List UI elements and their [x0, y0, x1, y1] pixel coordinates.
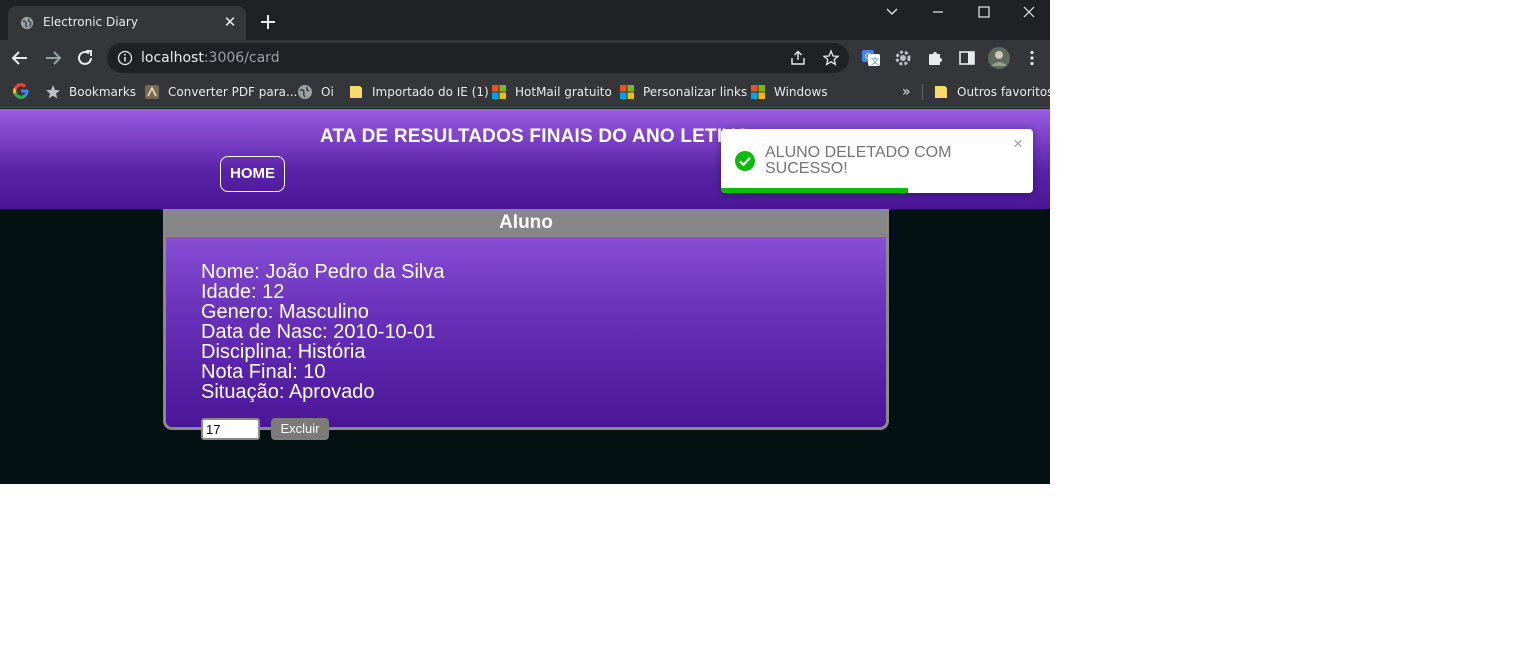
page-title: ATA DE RESULTADOS FINAIS DO ANO LETIVO	[320, 126, 751, 147]
bookmark-label: Importado do IE (1)	[372, 85, 489, 99]
pdf-converter-icon	[145, 85, 159, 99]
toast-notification: ALUNO DELETADO COM SUCESSO! ×	[721, 129, 1033, 193]
extensions-puzzle-icon[interactable]	[925, 48, 945, 68]
globe-icon	[298, 85, 312, 99]
new-tab-icon[interactable]	[256, 10, 280, 34]
home-button[interactable]: HOME	[220, 156, 285, 192]
share-icon[interactable]	[789, 49, 807, 67]
side-panel-icon[interactable]	[957, 48, 977, 68]
field-nota-final: Nota Final: 10	[201, 361, 326, 383]
bookmark-label: Bookmarks	[69, 85, 137, 99]
delete-button[interactable]: Excluir	[271, 418, 329, 440]
maximize-icon[interactable]	[961, 0, 1007, 28]
student-fields: Nome: João Pedro da Silva Idade: 12 Gene…	[201, 262, 444, 402]
folder-icon	[935, 86, 947, 98]
bookmark-windows[interactable]: Windows	[750, 83, 828, 101]
toast-close-icon[interactable]: ×	[1011, 135, 1025, 153]
site-info-icon[interactable]	[117, 50, 133, 66]
field-situacao: Situação: Aprovado	[201, 381, 375, 403]
url-path: :3006/card	[203, 50, 280, 66]
google-translate-icon[interactable]: G 文	[861, 48, 881, 68]
toast-message: ALUNO DELETADO COM SUCESSO!	[765, 144, 952, 177]
windows-logo-icon	[492, 85, 506, 99]
field-disciplina: Disciplina: História	[201, 341, 366, 363]
url-host: localhost	[141, 50, 204, 66]
field-idade: Idade: 12	[201, 281, 285, 303]
bookmark-converter-pdf[interactable]: Converter PDF para...	[144, 83, 297, 101]
close-window-icon[interactable]	[1006, 0, 1050, 28]
field-nome: Nome: João Pedro da Silva	[201, 261, 445, 283]
card-heading: Aluno	[166, 209, 886, 237]
star-icon	[46, 85, 60, 99]
bookmarks-bar: Bookmarks Converter PDF para... Oi Impor…	[0, 76, 1050, 108]
tab-strip: Electronic Diary ✕	[0, 0, 1050, 40]
back-icon[interactable]	[8, 46, 32, 70]
minimize-icon[interactable]	[915, 0, 961, 28]
tab-electronic-diary[interactable]: Electronic Diary ✕	[8, 6, 246, 40]
windows-logo-icon	[620, 85, 634, 99]
reload-icon[interactable]	[73, 46, 97, 70]
bookmark-star-icon[interactable]	[822, 49, 840, 67]
toast-progress-bar	[721, 188, 908, 193]
google-icon[interactable]	[12, 82, 30, 100]
success-check-icon	[735, 151, 755, 171]
bookmark-outros-favoritos[interactable]: Outros favoritos	[933, 83, 1050, 101]
bookmark-label: Windows	[774, 85, 828, 99]
field-genero: Genero: Masculino	[201, 301, 369, 323]
bookmark-label: HotMail gratuito	[515, 85, 612, 99]
tab-title: Electronic Diary	[43, 15, 138, 29]
folder-icon	[350, 86, 362, 98]
bookmark-personalizar-links[interactable]: Personalizar links	[619, 83, 747, 101]
url-text: localhost:3006/card	[141, 50, 280, 66]
bookmark-label: Personalizar links	[643, 85, 748, 99]
bookmark-label: Outros favoritos	[957, 85, 1050, 99]
browser-menu-icon[interactable]	[1022, 48, 1042, 68]
bookmark-oi[interactable]: Oi	[297, 83, 334, 101]
forward-icon[interactable]	[41, 46, 65, 70]
browser-toolbar: localhost:3006/card G 文	[0, 40, 1050, 76]
globe-icon	[20, 16, 34, 30]
bookmark-hotmail[interactable]: HotMail gratuito	[491, 83, 612, 101]
more-bookmarks-button[interactable]: »	[902, 83, 911, 101]
settings-extension-icon[interactable]	[893, 48, 913, 68]
bookmark-bookmarks[interactable]: Bookmarks	[45, 83, 136, 101]
tab-search-icon[interactable]	[869, 0, 915, 28]
profile-avatar[interactable]	[988, 47, 1010, 69]
student-id-input[interactable]	[201, 418, 260, 440]
bookmark-label: Converter PDF para...	[168, 85, 298, 99]
browser-window: Electronic Diary ✕ localhost:3006/card G…	[0, 0, 1050, 484]
field-data-nasc: Data de Nasc: 2010-10-01	[201, 321, 436, 343]
bookmark-label: Oi	[321, 85, 334, 99]
bookmark-importado-ie[interactable]: Importado do IE (1)	[348, 83, 489, 101]
windows-logo-icon	[751, 85, 765, 99]
student-card: Aluno Nome: João Pedro da Silva Idade: 1…	[163, 209, 889, 430]
address-bar[interactable]: localhost:3006/card	[107, 43, 849, 73]
svg-text:文: 文	[871, 56, 879, 66]
tab-close-icon[interactable]: ✕	[220, 13, 240, 33]
bookmarks-divider	[922, 84, 923, 100]
